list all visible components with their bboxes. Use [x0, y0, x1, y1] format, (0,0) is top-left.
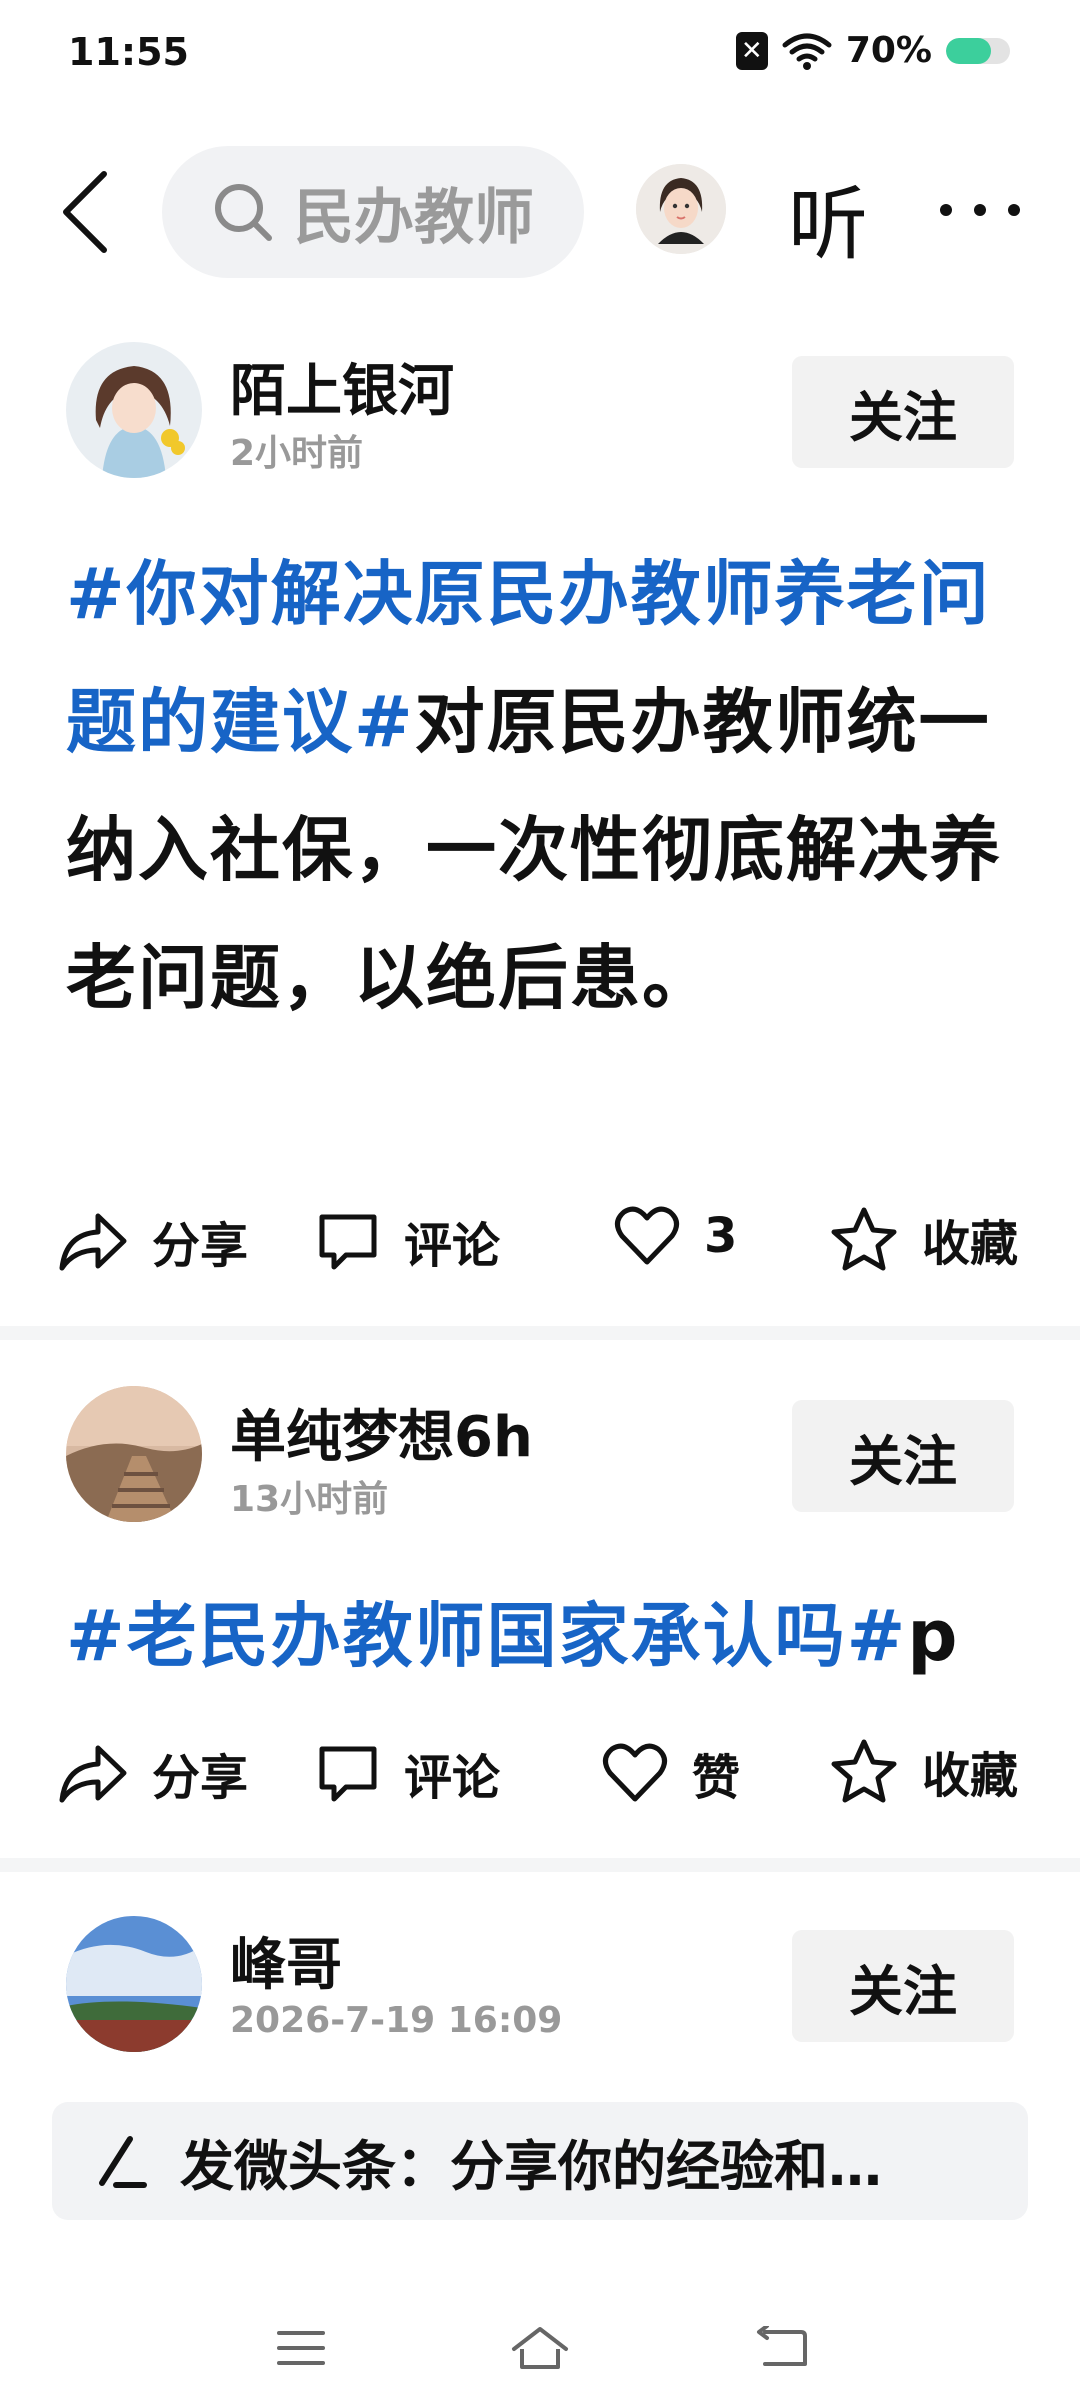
pen-icon	[94, 2131, 150, 2191]
post-time: 2小时前	[230, 433, 364, 474]
share-label: 分享	[152, 1218, 249, 1274]
author-avatar[interactable]	[66, 1386, 202, 1522]
author-name[interactable]: 单纯梦想6h	[230, 1392, 533, 1473]
post-body: p	[907, 1595, 960, 1677]
follow-button[interactable]: 关注	[792, 1400, 1014, 1512]
heart-icon	[603, 1743, 667, 1802]
share-label: 分享	[152, 1750, 249, 1806]
battery-percent: 70%	[845, 30, 932, 71]
more-dot	[1008, 204, 1020, 216]
more-dot	[974, 204, 986, 216]
back-icon[interactable]	[746, 2318, 816, 2378]
battery-icon	[946, 37, 1010, 64]
like-button[interactable]: 3	[614, 1206, 737, 1266]
search-query: 民办教师	[294, 182, 534, 253]
like-label: 赞	[692, 1750, 741, 1806]
wifi-icon	[782, 33, 832, 70]
comment-label: 评论	[404, 1218, 501, 1274]
share-button[interactable]: 分享	[56, 1738, 248, 1808]
like-count: 3	[704, 1208, 738, 1264]
action-bar: 分享 评论 3 收藏	[0, 1190, 1080, 1290]
post-hashtag[interactable]: #老民办教师国家承认吗#	[66, 1595, 907, 1677]
compose-bar[interactable]: 发微头条：分享你的经验和…	[52, 2102, 1028, 2220]
post-content[interactable]: #你对解决原民办教师养老问题的建议#对原民办教师统一纳入社保，一次性彻底解决养老…	[66, 530, 1026, 1042]
back-arrow-icon	[63, 171, 107, 253]
favorite-label: 收藏	[922, 1216, 1019, 1272]
top-nav: 民办教师 听	[0, 140, 1080, 280]
comment-icon	[319, 1746, 377, 1802]
favorite-button[interactable]: 收藏	[830, 1204, 1018, 1274]
author-name[interactable]: 峰哥	[230, 1920, 342, 2001]
comment-icon	[319, 1214, 377, 1270]
author-avatar[interactable]	[66, 1916, 202, 2052]
star-icon	[831, 1207, 897, 1271]
sim-x-icon: ✕	[735, 31, 768, 70]
follow-button[interactable]: 关注	[792, 1930, 1014, 2042]
more-icon[interactable]	[940, 180, 1020, 240]
divider	[0, 1326, 1080, 1340]
status-icons: ✕ 70%	[735, 30, 1010, 71]
menu-icon[interactable]	[266, 2318, 336, 2378]
share-icon	[59, 1213, 127, 1271]
listen-button[interactable]: 听	[788, 160, 868, 276]
heart-icon	[615, 1206, 679, 1265]
compose-placeholder: 发微头条：分享你的经验和…	[180, 2134, 882, 2198]
avatar[interactable]	[636, 164, 726, 254]
author-avatar[interactable]	[66, 342, 202, 478]
more-dot	[940, 204, 952, 216]
like-button[interactable]: 赞	[602, 1738, 740, 1808]
comment-button[interactable]: 评论	[316, 1738, 500, 1808]
follow-button[interactable]: 关注	[792, 356, 1014, 468]
search-input[interactable]: 民办教师	[162, 146, 584, 278]
post-time: 13小时前	[230, 1479, 389, 1520]
action-bar: 分享 评论 赞 收藏	[0, 1722, 1080, 1822]
system-nav-bar	[0, 2290, 1080, 2400]
share-icon	[59, 1745, 127, 1803]
home-icon[interactable]	[505, 2318, 575, 2378]
back-button[interactable]	[50, 162, 120, 262]
favorite-button[interactable]: 收藏	[830, 1736, 1018, 1806]
battery-level-fill	[946, 37, 991, 64]
divider	[0, 1858, 1080, 1872]
author-name[interactable]: 陌上银河	[230, 346, 454, 427]
post-time: 2026-7-19 16:09	[230, 2000, 563, 2041]
star-icon	[831, 1739, 897, 1803]
comment-button[interactable]: 评论	[316, 1206, 500, 1276]
post-content[interactable]: #老民办教师国家承认吗#p	[66, 1572, 1026, 1700]
favorite-label: 收藏	[922, 1748, 1019, 1804]
status-time: 11:55	[68, 30, 189, 74]
share-button[interactable]: 分享	[56, 1206, 248, 1276]
comment-label: 评论	[404, 1750, 501, 1806]
status-bar: 11:55 ✕ 70%	[0, 0, 1080, 110]
search-icon	[212, 181, 274, 243]
